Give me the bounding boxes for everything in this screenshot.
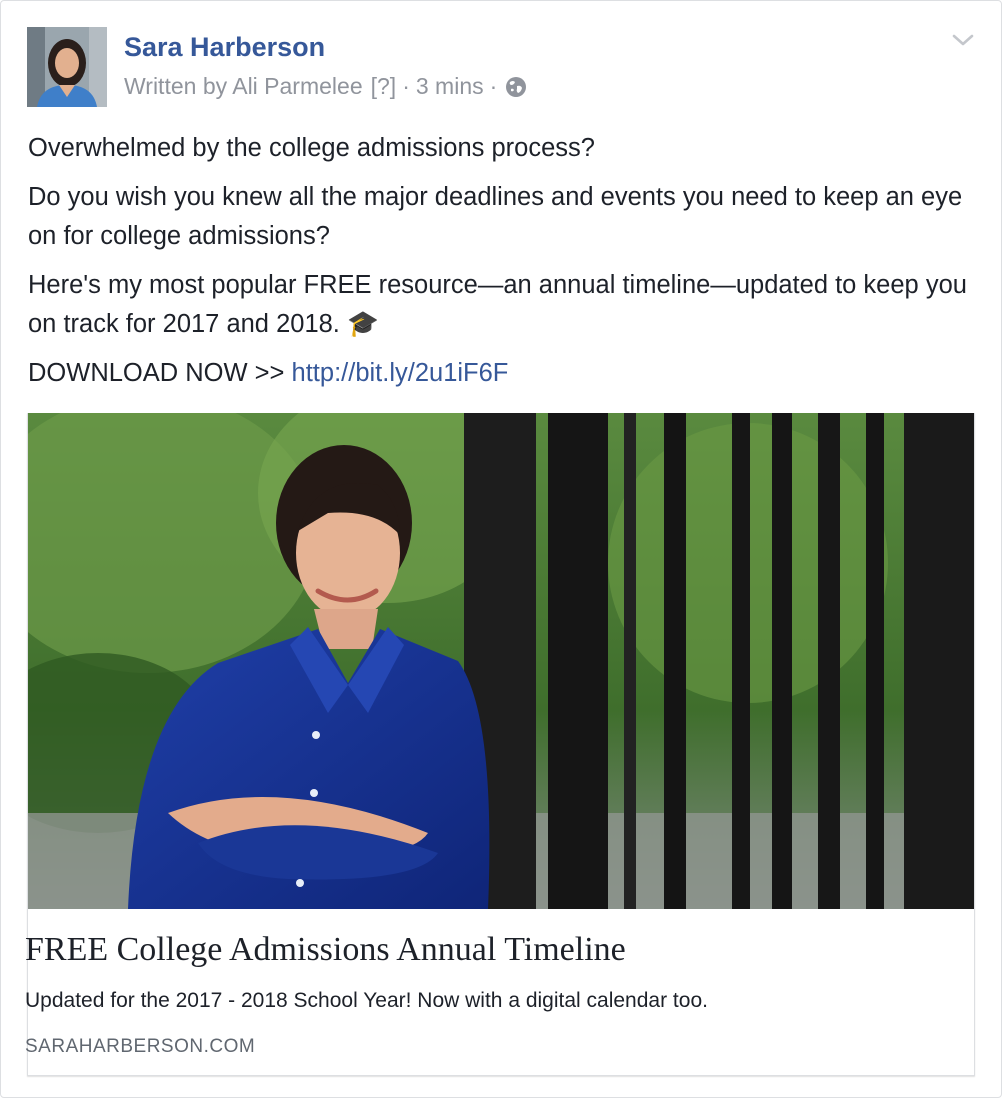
card-title[interactable]: FREE College Admissions Annual Timeline xyxy=(25,931,626,969)
written-by[interactable]: Written by Ali Parmelee xyxy=(124,73,363,100)
post-message: Overwhelmed by the college admissions pr… xyxy=(28,129,968,403)
post-cta: DOWNLOAD NOW >> http://bit.ly/2u1iF6F xyxy=(28,354,968,393)
globe-icon[interactable] xyxy=(505,76,527,98)
author-name[interactable]: Sara Harberson xyxy=(124,32,325,63)
cta-link[interactable]: http://bit.ly/2u1iF6F xyxy=(292,359,509,387)
post-paragraph: Do you wish you knew all the major deadl… xyxy=(28,183,963,250)
link-preview-card[interactable] xyxy=(27,413,975,1076)
chevron-down-icon[interactable] xyxy=(951,31,975,49)
avatar[interactable] xyxy=(27,27,107,107)
meta-separator: · xyxy=(402,73,410,99)
post-paragraph: Overwhelmed by the college admissions pr… xyxy=(28,134,595,162)
cta-prefix: DOWNLOAD NOW >> xyxy=(28,359,292,387)
feed-post: Sara Harberson Written by Ali Parmelee [… xyxy=(0,0,1002,1098)
card-description[interactable]: Updated for the 2017 - 2018 School Year!… xyxy=(25,989,708,1013)
post-meta: Written by Ali Parmelee [?] · 3 mins · xyxy=(124,73,527,100)
meta-separator: · xyxy=(489,73,498,99)
post-paragraph: Here's my most popular FREE resource—an … xyxy=(28,271,967,338)
help-link[interactable]: [?] xyxy=(371,73,397,100)
post-timestamp[interactable]: 3 mins xyxy=(416,73,484,100)
card-domain[interactable]: SARAHARBERSON.COM xyxy=(25,1036,255,1058)
card-image[interactable] xyxy=(28,413,974,909)
